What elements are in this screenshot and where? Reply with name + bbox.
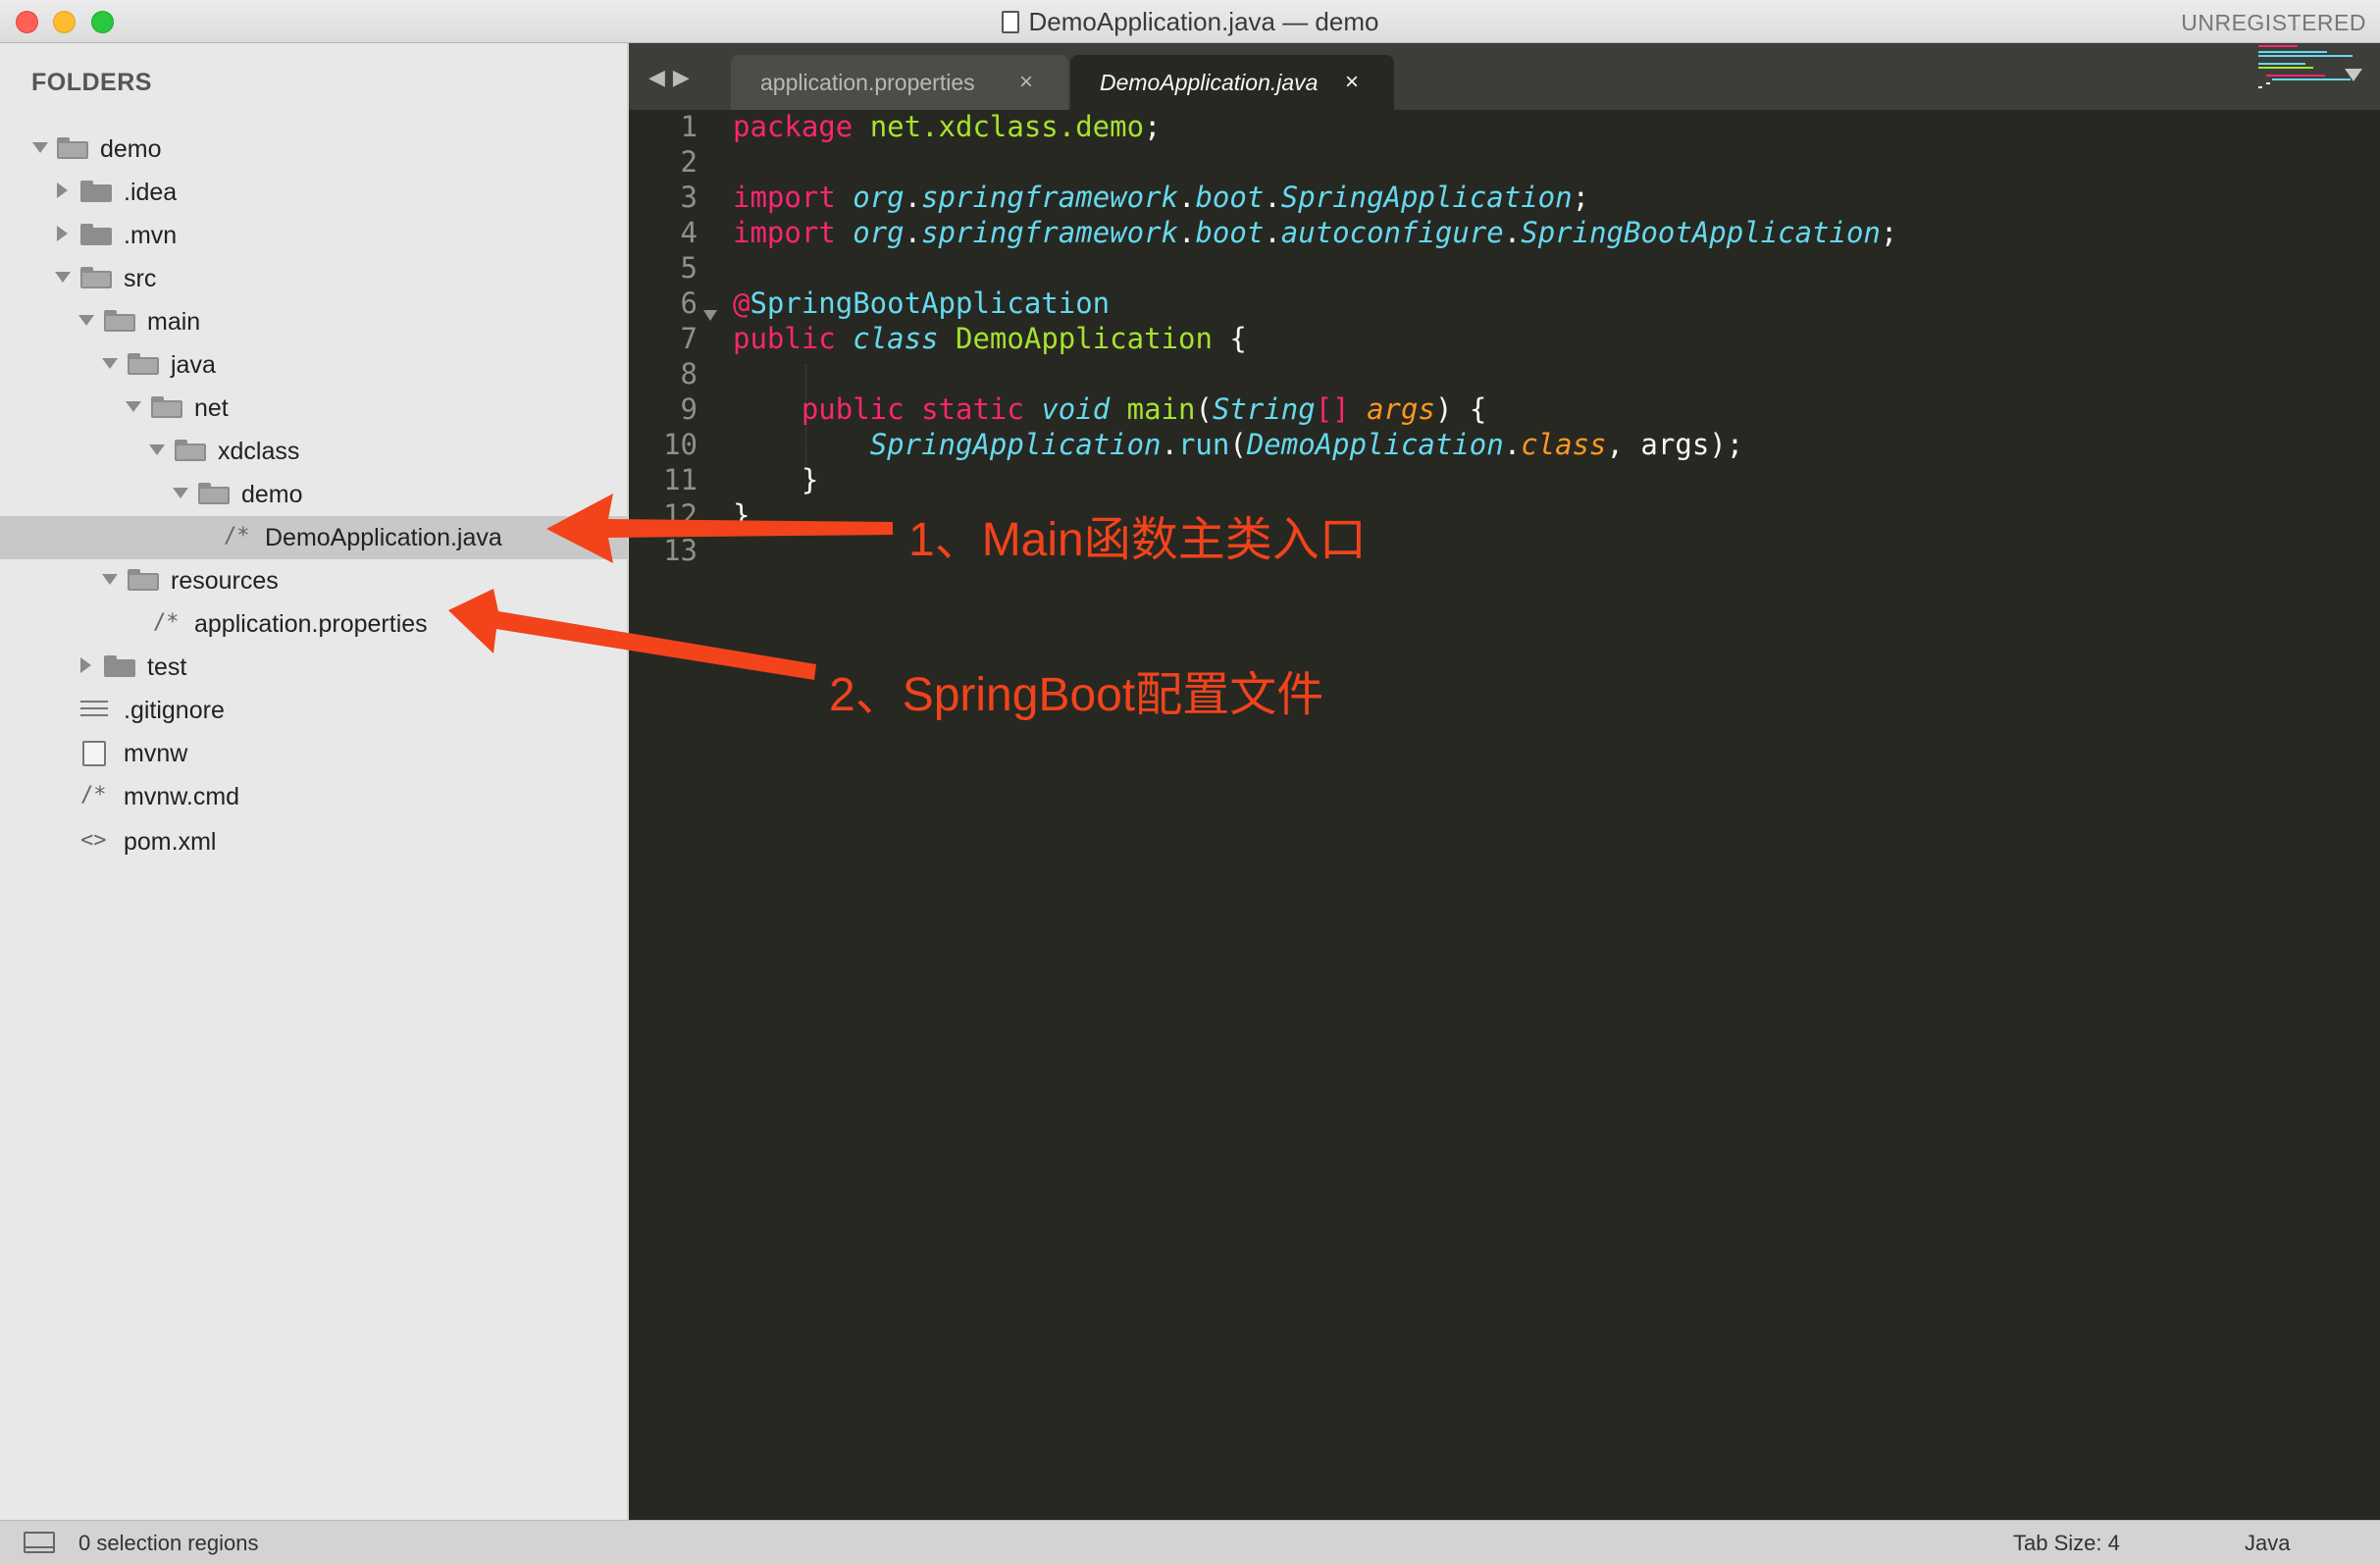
annotation-arrows [448,494,893,680]
status-bar: 0 selection regions Tab Size: 4 Java [0,1520,2380,1564]
syntax-selector[interactable]: Java [2245,1531,2290,1556]
annotation-config-file: 2、SpringBoot配置文件 [829,669,1324,721]
annotation-main-entry: 1、Main函数主类入口 [908,514,1367,566]
panel-toggle-icon[interactable] [24,1532,55,1553]
arrow-to-demoapplication [546,494,893,563]
selection-status: 0 selection regions [78,1531,259,1555]
tab-size-selector[interactable]: Tab Size: 4 [2013,1531,2120,1556]
arrow-to-application-properties [448,589,816,680]
